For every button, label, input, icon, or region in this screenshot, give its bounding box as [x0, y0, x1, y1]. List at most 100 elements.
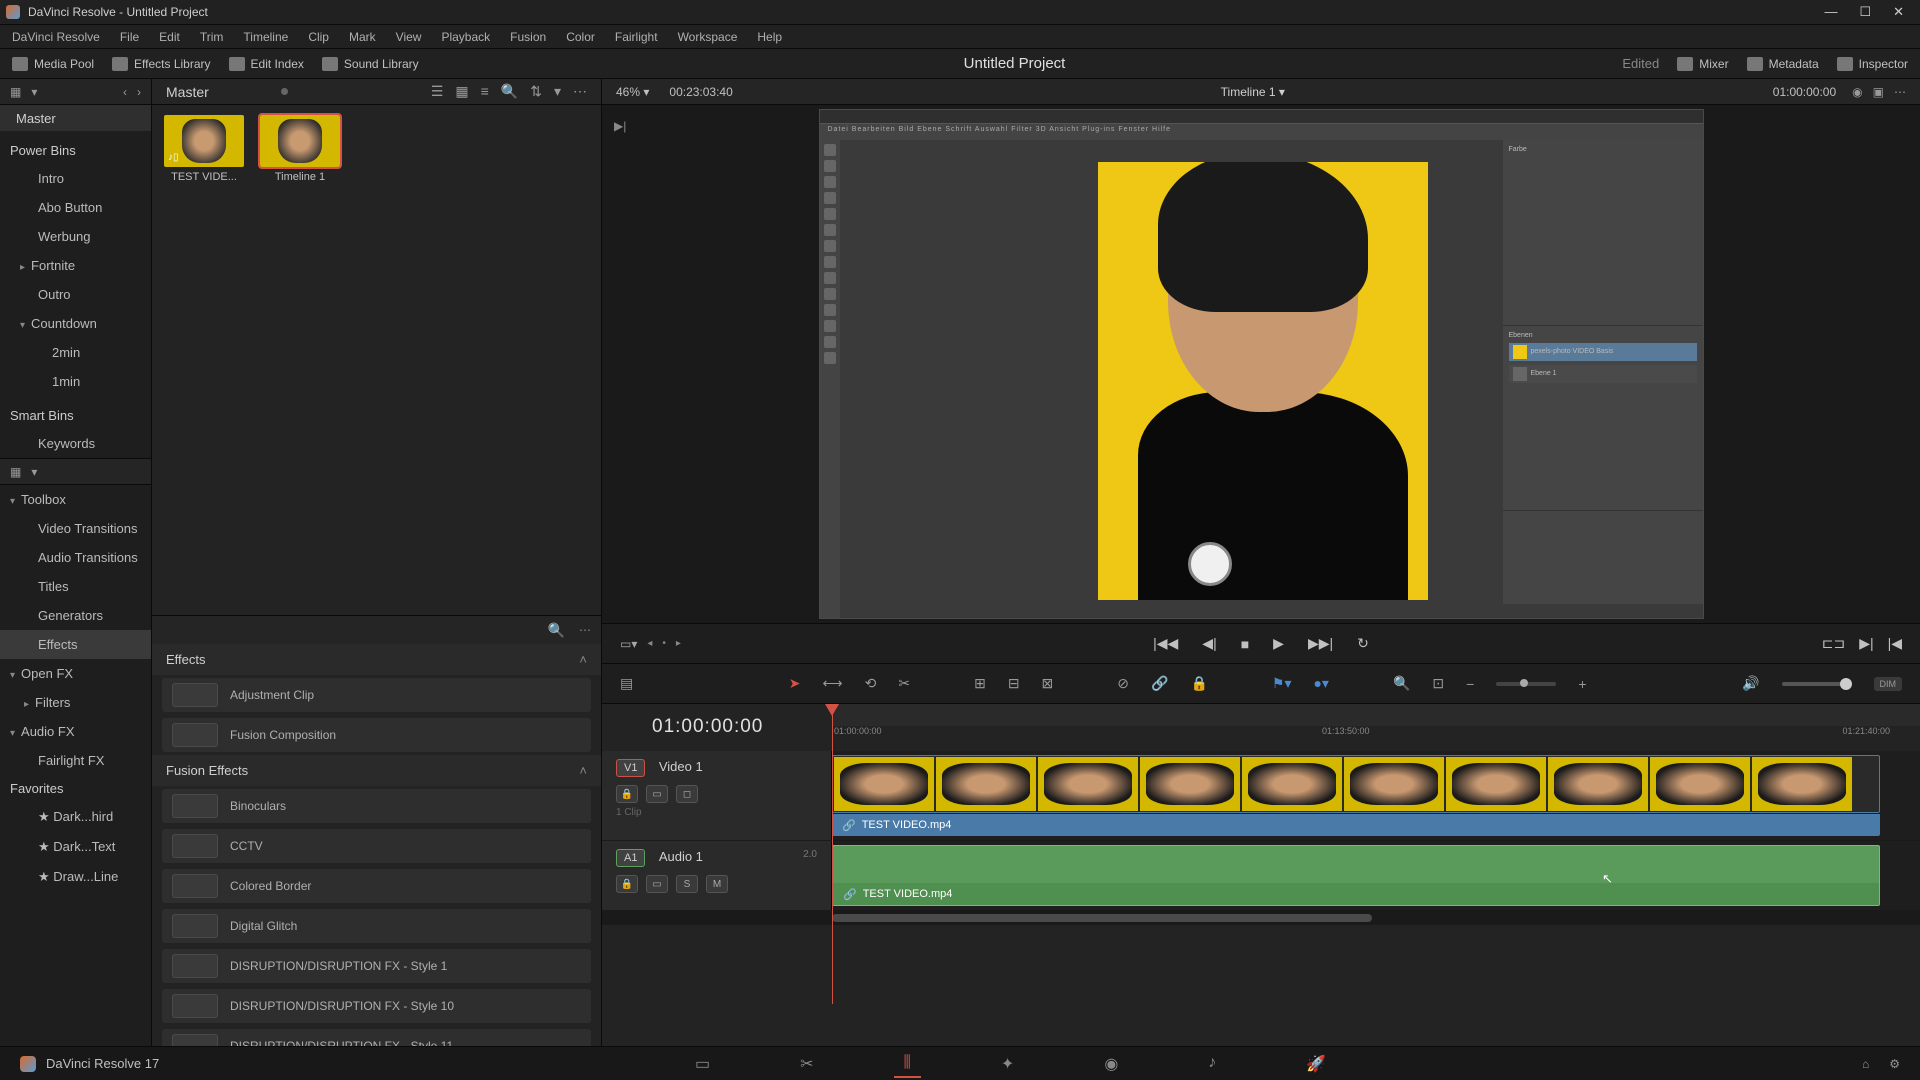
edit-page[interactable]: ⫼: [894, 1050, 921, 1078]
arrow-tool[interactable]: ➤: [789, 675, 801, 692]
fx-disruption-10[interactable]: DISRUPTION/DISRUPTION FX - Style 10: [162, 989, 591, 1023]
bin-abo-button[interactable]: Abo Button: [0, 193, 151, 222]
menu-color[interactable]: Color: [566, 30, 595, 44]
track-disable-icon[interactable]: ◻: [676, 785, 698, 803]
fx-fairlight[interactable]: Fairlight FX: [0, 746, 151, 775]
flag-icon[interactable]: ⚑▾: [1272, 675, 1292, 692]
fx-binoculars[interactable]: Binoculars: [162, 789, 591, 823]
bin-back-icon[interactable]: ‹: [123, 85, 127, 99]
zoom-in-icon[interactable]: +: [1578, 676, 1586, 692]
edit-index-toggle[interactable]: Edit Index: [229, 57, 304, 71]
menu-davinci[interactable]: DaVinci Resolve: [12, 30, 100, 44]
settings-icon[interactable]: ⚙: [1889, 1057, 1900, 1071]
fx-filters[interactable]: Filters: [0, 688, 151, 717]
prev-mark-icon[interactable]: ◂: [647, 638, 652, 649]
fx-generators[interactable]: Generators: [0, 601, 151, 630]
master-bin[interactable]: Master: [0, 105, 151, 131]
effects-library-toggle[interactable]: Effects Library: [112, 57, 210, 71]
marker-icon[interactable]: ●▾: [1313, 675, 1328, 692]
play-button[interactable]: ▶: [1273, 635, 1284, 652]
media-pool-breadcrumb[interactable]: Master: [166, 84, 209, 100]
dropdown-icon[interactable]: ▾: [554, 83, 561, 100]
step-back-icon[interactable]: |◀: [1888, 635, 1902, 652]
bin-2min[interactable]: 2min: [0, 338, 151, 367]
menu-view[interactable]: View: [396, 30, 422, 44]
bin-fortnite[interactable]: Fortnite: [0, 251, 151, 280]
timeline-scrollbar[interactable]: [602, 911, 1920, 925]
list-view-icon[interactable]: ☰: [431, 83, 444, 100]
viewer-more-icon[interactable]: ⋯: [1894, 85, 1906, 99]
effects-more-icon[interactable]: ⋯: [579, 623, 591, 637]
bin-countdown[interactable]: Countdown: [0, 309, 151, 338]
trim-tool[interactable]: ⟷: [823, 675, 843, 692]
sort-icon[interactable]: ⇅: [530, 83, 542, 100]
zoom-level[interactable]: 46% ▾: [616, 85, 649, 99]
timeline-selector[interactable]: Timeline 1 ▾: [1221, 85, 1285, 99]
cut-page[interactable]: ✂: [790, 1050, 823, 1078]
timeline-ruler[interactable]: 01:00:00:00 01:00:00:00 01:13:50:00 01:2…: [602, 703, 1920, 751]
menu-playback[interactable]: Playback: [441, 30, 490, 44]
fx-titles[interactable]: Titles: [0, 572, 151, 601]
menu-help[interactable]: Help: [757, 30, 782, 44]
insert-icon[interactable]: ⊞: [974, 675, 986, 692]
fairlight-page[interactable]: ♪: [1198, 1050, 1226, 1078]
search-icon[interactable]: 🔍: [501, 83, 518, 100]
sound-library-toggle[interactable]: Sound Library: [322, 57, 419, 71]
speaker-icon[interactable]: 🔊: [1742, 675, 1759, 692]
zoom-slider[interactable]: [1496, 682, 1556, 686]
close-button[interactable]: ✕: [1893, 4, 1904, 20]
fx-fusion-composition[interactable]: Fusion Composition: [162, 718, 591, 752]
fav-1[interactable]: ★ Dark...hird: [0, 802, 151, 832]
step-back-button[interactable]: ◀|: [1202, 635, 1216, 652]
v1-tag[interactable]: V1: [616, 759, 645, 777]
zoom-search-icon[interactable]: 🔍: [1393, 675, 1410, 692]
fusion-effects-category[interactable]: Fusion Effects˄: [152, 755, 601, 786]
effects-search-icon[interactable]: 🔍: [548, 622, 565, 639]
audio-lock-icon[interactable]: 🔒: [616, 875, 638, 893]
program-viewer[interactable]: ▶| Datei Bearbeiten Bild Ebene Schrift A…: [602, 105, 1920, 623]
menu-workspace[interactable]: Workspace: [678, 30, 738, 44]
volume-slider[interactable]: [1782, 682, 1852, 686]
step-fwd-icon[interactable]: ▶|: [1859, 635, 1873, 652]
audio-auto-icon[interactable]: ▭: [646, 875, 668, 893]
a1-tag[interactable]: A1: [616, 849, 645, 867]
media-pool-toggle[interactable]: Media Pool: [12, 57, 94, 71]
video-track-header[interactable]: V1 Video 1 🔒 ▭ ◻ 1 Clip: [602, 751, 832, 840]
step-forward-icon[interactable]: ▶|: [614, 119, 626, 133]
fx-effects[interactable]: Effects: [0, 630, 151, 659]
power-bins-header[interactable]: Power Bins: [0, 137, 151, 164]
audiofx-header[interactable]: Audio FX: [0, 717, 151, 746]
clip-timeline-1[interactable]: Timeline 1: [260, 115, 340, 183]
favorites-header[interactable]: Favorites: [0, 775, 151, 802]
inspector-toggle[interactable]: Inspector: [1837, 57, 1908, 71]
bin-1min[interactable]: 1min: [0, 367, 151, 396]
insert-mode-icon[interactable]: ▭▾: [620, 637, 637, 651]
menu-fairlight[interactable]: Fairlight: [615, 30, 658, 44]
maximize-button[interactable]: ☐: [1859, 4, 1871, 20]
deliver-page[interactable]: 🚀: [1296, 1050, 1336, 1078]
fx-adjustment-clip[interactable]: Adjustment Clip: [162, 678, 591, 712]
bin-options-icon[interactable]: ▾: [31, 85, 37, 99]
mute-button[interactable]: M: [706, 875, 728, 893]
mixer-toggle[interactable]: Mixer: [1677, 57, 1728, 71]
fx-digital-glitch[interactable]: Digital Glitch: [162, 909, 591, 943]
menu-fusion[interactable]: Fusion: [510, 30, 546, 44]
audio-track-body[interactable]: 🔗TEST VIDEO.mp4 ↖: [832, 841, 1920, 910]
dual-view-icon[interactable]: ▣: [1873, 85, 1884, 99]
grid-view-icon[interactable]: ▦: [455, 83, 468, 100]
clip-test-video[interactable]: ♪▯ TEST VIDE...: [164, 115, 244, 183]
fx-disruption-1[interactable]: DISRUPTION/DISRUPTION FX - Style 1: [162, 949, 591, 983]
openfx-header[interactable]: Open FX: [0, 659, 151, 688]
fusion-page[interactable]: ✦: [991, 1050, 1024, 1078]
toolbox-view-icon[interactable]: ▦: [10, 465, 21, 479]
menu-trim[interactable]: Trim: [200, 30, 224, 44]
bypass-icon[interactable]: ◉: [1852, 85, 1862, 99]
video-clip[interactable]: [832, 755, 1880, 813]
next-mark-icon[interactable]: ▸: [676, 638, 681, 649]
fx-video-transitions[interactable]: Video Transitions: [0, 514, 151, 543]
strip-view-icon[interactable]: ≡: [481, 83, 489, 100]
zoom-fit-icon[interactable]: ⊡: [1432, 675, 1444, 692]
loop-button[interactable]: ↻: [1357, 635, 1369, 652]
fav-2[interactable]: ★ Dark...Text: [0, 832, 151, 862]
stop-button[interactable]: ■: [1241, 636, 1249, 652]
